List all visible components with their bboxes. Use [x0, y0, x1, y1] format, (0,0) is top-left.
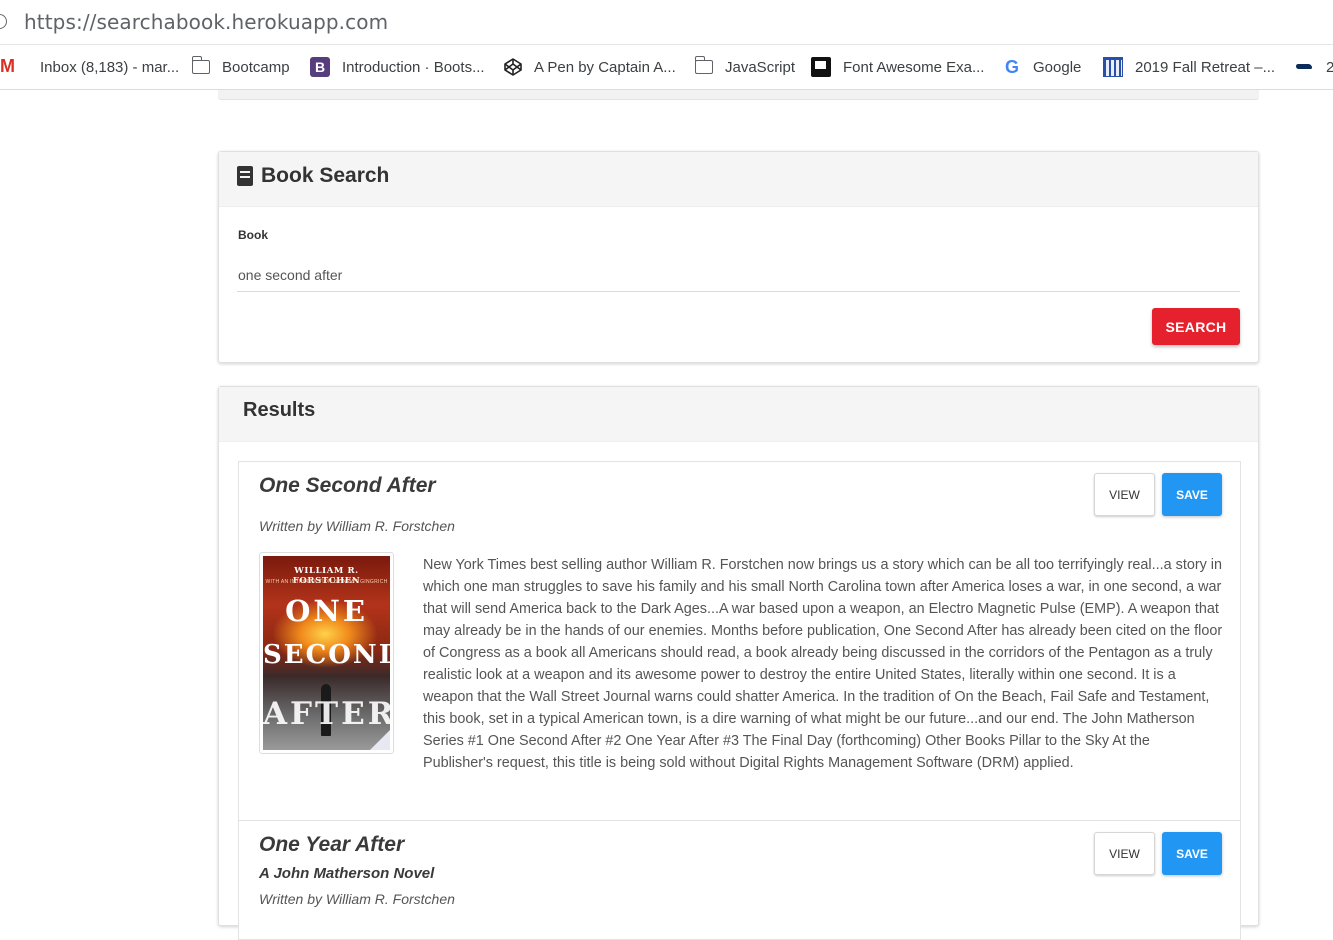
- book-author: Written by William R. Forstchen: [259, 891, 455, 907]
- cover-word-second: SECOND: [263, 640, 390, 670]
- codepen-icon: [504, 58, 522, 76]
- book-search-title-row: Book Search: [237, 164, 1240, 188]
- book-icon: [237, 166, 253, 186]
- book-search-input[interactable]: [237, 258, 1240, 292]
- flag-icon: [811, 57, 831, 77]
- bookmark-label: Font Awesome Exa...: [843, 58, 985, 76]
- bookmark-bootstrap[interactable]: B Introduction · Boots...: [310, 45, 485, 89]
- results-card: Results One Second After Written by Will…: [218, 386, 1259, 940]
- bookmark-label: Bootcamp: [222, 58, 290, 76]
- bookmark-javascript[interactable]: JavaScript: [694, 45, 796, 89]
- folder-icon: [191, 56, 210, 74]
- url-text[interactable]: https://searchabook.herokuapp.com: [24, 10, 388, 34]
- results-title: Results: [243, 399, 316, 421]
- book-search-title: Book Search: [261, 164, 390, 187]
- navbar-bottom-edge: [218, 90, 1259, 100]
- bookmark-inbox[interactable]: Inbox (8,183) - mar...: [0, 45, 179, 89]
- book-description: New York Times best selling author Willi…: [423, 557, 1223, 771]
- grid-icon: [1103, 57, 1123, 77]
- bookmark-seahawks[interactable]: 2: [1296, 45, 1333, 89]
- google-icon: G: [1005, 56, 1020, 77]
- book-field-label: Book: [238, 228, 268, 242]
- folder-icon: [694, 56, 713, 74]
- book-title: One Year After: [259, 833, 405, 856]
- result-item: One Second After Written by William R. F…: [238, 461, 1241, 821]
- seahawks-icon: [1296, 62, 1314, 72]
- view-button[interactable]: VIEW: [1094, 473, 1155, 516]
- book-cover-image: WILLIAM R. FORSTCHEN WITH AN INTRODUCTIO…: [263, 556, 390, 750]
- result-item: One Year After A John Matherson Novel Wr…: [238, 820, 1241, 940]
- bookmark-label: A Pen by Captain A...: [534, 58, 676, 76]
- bookmark-bootcamp[interactable]: Bootcamp: [191, 45, 290, 89]
- bookmark-google[interactable]: G Google: [1005, 45, 1081, 89]
- bookmark-label: 2019 Fall Retreat –...: [1135, 58, 1276, 76]
- cover-intro: WITH AN INTRODUCTION BY NEWT GINGRICH: [265, 579, 388, 585]
- book-search-header: Book Search: [219, 152, 1258, 207]
- gmail-icon: [0, 56, 18, 77]
- bookmark-label: 2: [1326, 58, 1333, 76]
- bookmark-label: Introduction · Boots...: [342, 58, 485, 76]
- save-button[interactable]: SAVE: [1162, 832, 1222, 875]
- site-info-icon[interactable]: [0, 14, 7, 29]
- browser-address-bar[interactable]: https://searchabook.herokuapp.com: [0, 0, 1333, 45]
- cover-word-after: AFTER: [263, 696, 390, 732]
- save-button[interactable]: SAVE: [1162, 473, 1222, 516]
- book-title: One Second After: [259, 474, 436, 497]
- bookmark-label: Inbox (8,183) - mar...: [40, 58, 180, 76]
- view-button[interactable]: VIEW: [1094, 832, 1155, 875]
- book-cover: WILLIAM R. FORSTCHEN WITH AN INTRODUCTIO…: [259, 552, 394, 754]
- bookmark-font-awesome[interactable]: Font Awesome Exa...: [811, 45, 984, 89]
- results-header: Results: [219, 387, 1258, 442]
- bookmark-fall-retreat[interactable]: 2019 Fall Retreat –...: [1103, 45, 1275, 89]
- bookmark-label: JavaScript: [725, 58, 796, 76]
- page-curl-icon: [370, 730, 390, 750]
- search-button[interactable]: SEARCH: [1152, 308, 1240, 345]
- book-author: Written by William R. Forstchen: [259, 518, 455, 534]
- cover-word-one: ONE: [285, 594, 368, 628]
- bootstrap-icon: B: [310, 57, 330, 77]
- bookmark-codepen[interactable]: A Pen by Captain A...: [504, 45, 676, 89]
- bookmarks-bar: Inbox (8,183) - mar... Bootcamp B Introd…: [0, 45, 1333, 90]
- book-search-card: Book Search Book SEARCH: [218, 151, 1259, 363]
- bookmark-label: Google: [1033, 58, 1082, 76]
- book-subtitle: A John Matherson Novel: [259, 865, 435, 882]
